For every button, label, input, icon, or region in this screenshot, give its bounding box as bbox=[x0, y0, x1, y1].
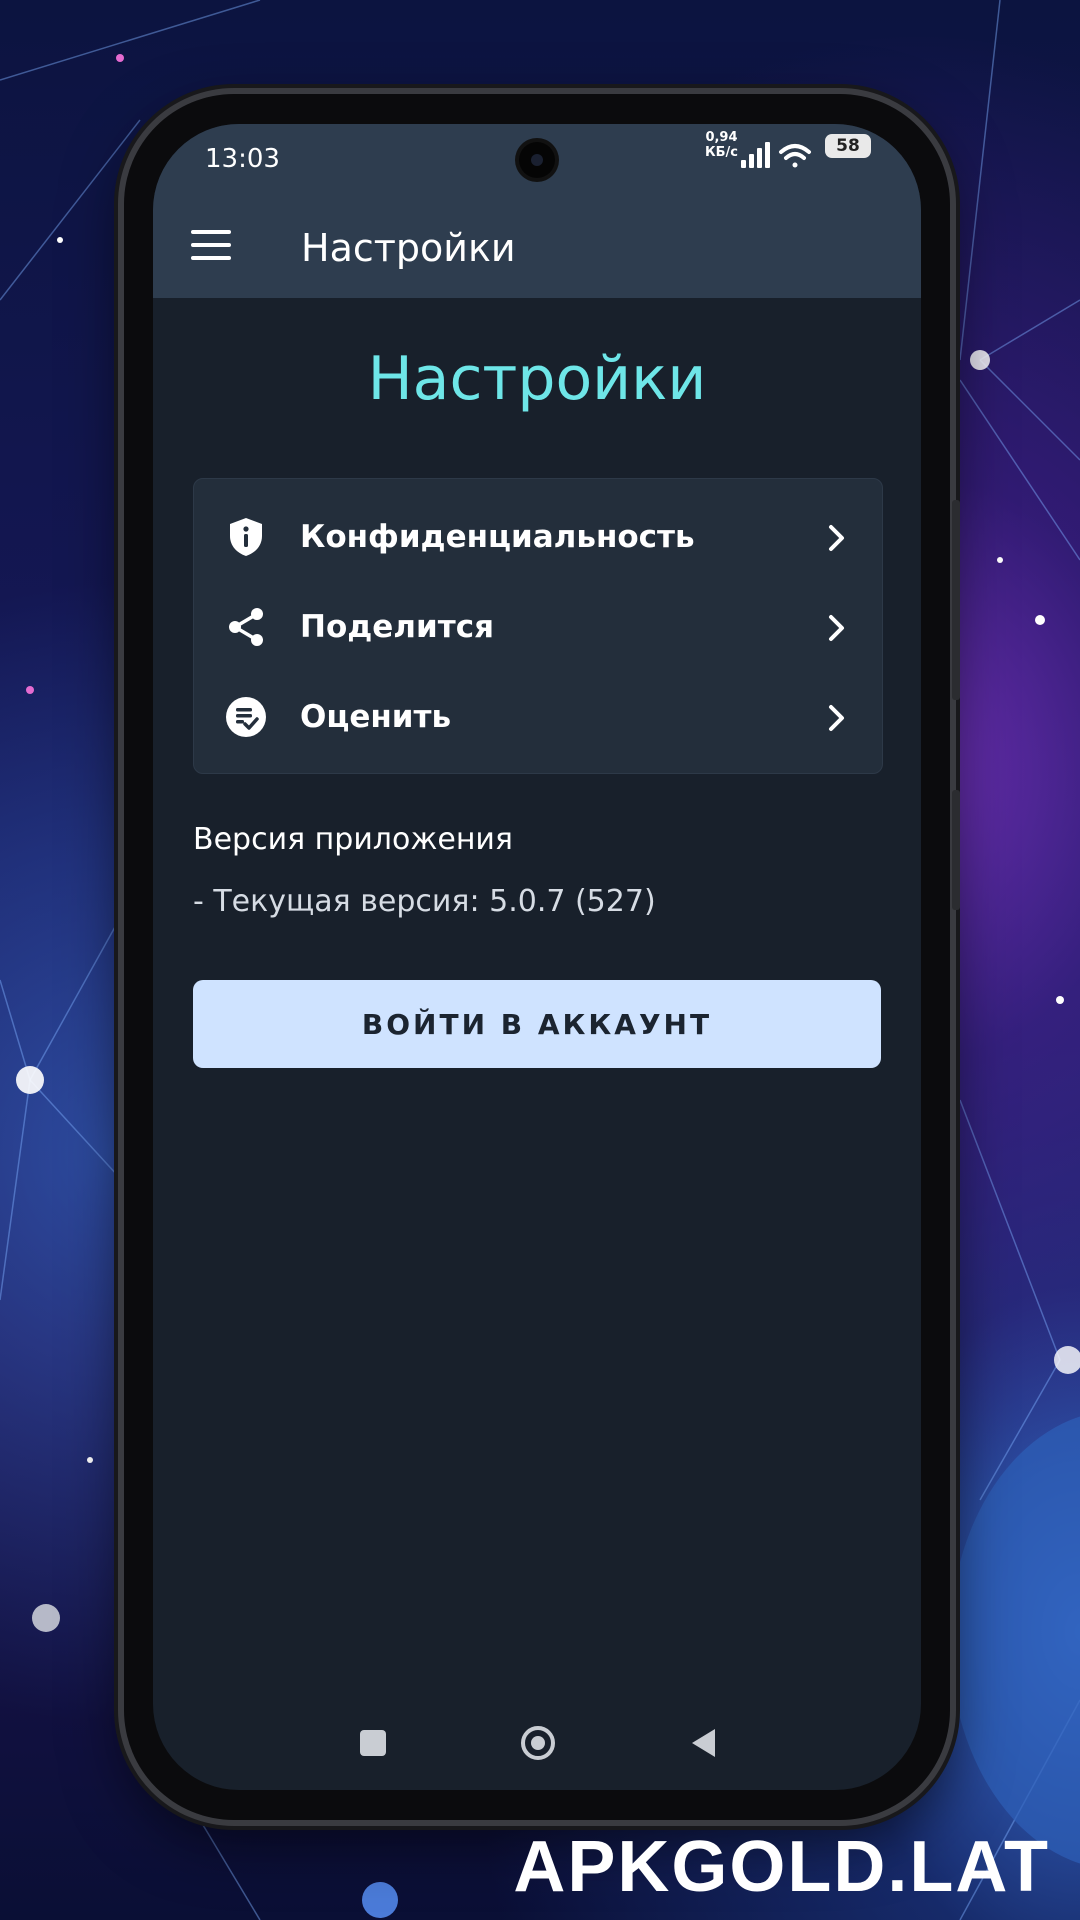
shield-info-icon bbox=[230, 518, 262, 556]
volume-button bbox=[952, 500, 960, 700]
system-nav-bar bbox=[153, 1710, 921, 1790]
network-speed: 0,94 КБ/с bbox=[705, 130, 738, 160]
version-title: Версия приложения bbox=[193, 822, 513, 857]
square-recents-icon[interactable] bbox=[360, 1730, 386, 1756]
app-bar: Настройки bbox=[153, 200, 921, 298]
rate-icon bbox=[226, 697, 266, 737]
front-camera bbox=[519, 142, 555, 178]
settings-item-label: Поделится bbox=[300, 609, 494, 645]
settings-item-label: Оценить bbox=[300, 699, 452, 735]
phone-screen: 13:03 0,94 КБ/с 58 Настройки Настройки К… bbox=[153, 124, 921, 1790]
status-time: 13:03 bbox=[205, 144, 280, 174]
circle-home-icon[interactable] bbox=[521, 1726, 555, 1760]
hamburger-menu-icon[interactable] bbox=[191, 230, 231, 260]
current-version: - Текущая версия: 5.0.7 (527) bbox=[193, 884, 656, 919]
network-speed-value: 0,94 bbox=[705, 130, 738, 145]
chevron-right-icon bbox=[829, 525, 844, 551]
login-button[interactable]: ВОЙТИ В АККАУНТ bbox=[193, 980, 881, 1068]
cell-signal-icon bbox=[741, 142, 770, 168]
chevron-right-icon bbox=[829, 615, 844, 641]
settings-item-rate[interactable]: Оценить bbox=[194, 673, 882, 763]
status-bar: 13:03 0,94 КБ/с 58 bbox=[153, 124, 921, 200]
wifi-icon bbox=[779, 144, 811, 168]
chevron-right-icon bbox=[829, 705, 844, 731]
power-button bbox=[952, 790, 960, 910]
settings-item-privacy[interactable]: Конфиденциальность bbox=[194, 493, 882, 583]
battery-indicator: 58 bbox=[825, 134, 871, 158]
share-icon bbox=[229, 608, 263, 646]
watermark-text: APKGOLD.LAT bbox=[513, 1827, 1050, 1907]
settings-card: Конфиденциальность Поделится Оценить bbox=[193, 478, 883, 774]
settings-item-label: Конфиденциальность bbox=[300, 519, 695, 555]
status-icons bbox=[741, 142, 811, 168]
triangle-back-icon[interactable] bbox=[689, 1726, 719, 1760]
page-title: Настройки bbox=[367, 344, 707, 414]
settings-item-share[interactable]: Поделится bbox=[194, 583, 882, 673]
app-bar-title: Настройки bbox=[301, 226, 516, 270]
network-speed-unit: КБ/с bbox=[705, 145, 738, 160]
